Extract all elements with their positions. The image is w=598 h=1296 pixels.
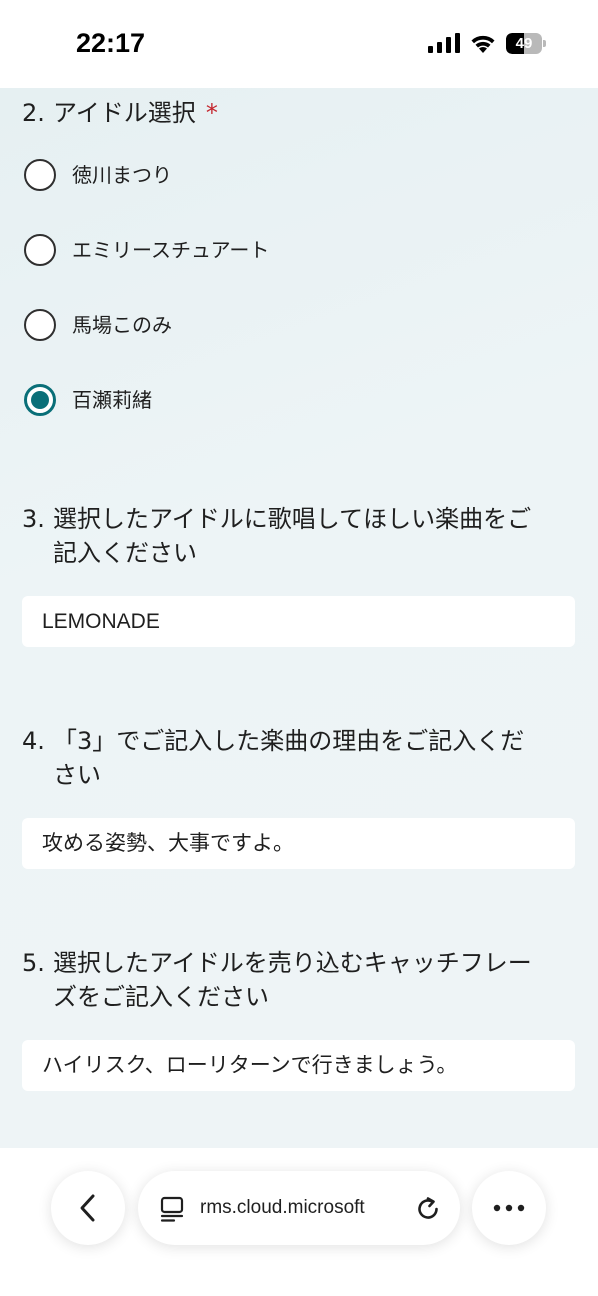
question-text-line-1: 選択したアイドルを売り込むキャッチフレー xyxy=(53,949,532,977)
question-number: 2. xyxy=(22,99,45,127)
question-text-line-1: 選択したアイドルに歌唱してほしい楽曲をご xyxy=(53,505,532,533)
question-text: アイドル選択 xyxy=(53,99,196,127)
cellular-signal-icon xyxy=(428,33,460,53)
status-bar: 22:17 49 xyxy=(0,0,598,88)
question-text-line-2: 記入ください xyxy=(53,539,197,567)
tab-icon xyxy=(160,1196,184,1222)
question-number: 5. xyxy=(22,949,45,977)
battery-cap xyxy=(543,40,546,47)
battery-icon: 49 xyxy=(506,33,542,54)
question-text-line-2: さい xyxy=(53,761,101,789)
radio-button[interactable] xyxy=(24,234,56,266)
browser-toolbar: rms.cloud.microsoft xyxy=(0,1148,598,1296)
battery-indicator: 49 xyxy=(506,33,546,54)
address-bar[interactable]: rms.cloud.microsoft xyxy=(138,1171,460,1245)
radio-button[interactable] xyxy=(24,309,56,341)
question-text-line-1: 「3」でご記入した楽曲の理由をご記入くだ xyxy=(53,727,525,755)
back-button[interactable] xyxy=(51,1171,125,1245)
reload-icon[interactable] xyxy=(414,1195,442,1223)
back-icon xyxy=(80,1194,95,1222)
option-label: エミリースチュアート xyxy=(72,238,270,262)
more-button[interactable] xyxy=(472,1171,546,1245)
more-icon xyxy=(493,1204,525,1212)
question-number: 3. xyxy=(22,505,45,533)
question-3-title: 3. 選択したアイドルに歌唱してほしい楽曲をご 記入ください xyxy=(22,502,582,570)
answer-input-q5[interactable]: ハイリスク、ローリターンで行きましょう。 xyxy=(22,1040,575,1091)
radio-button[interactable] xyxy=(24,159,56,191)
option-label: 徳川まつり xyxy=(72,163,172,187)
radio-option-momose-rio[interactable]: 百瀬莉緒 xyxy=(24,381,424,421)
wifi-icon xyxy=(471,35,495,53)
radio-option-tokugawa-matsuri[interactable]: 徳川まつり xyxy=(24,156,424,196)
question-4-title: 4. 「3」でご記入した楽曲の理由をご記入くだ さい xyxy=(22,724,582,792)
option-label: 百瀬莉緒 xyxy=(72,388,152,412)
radio-option-emily-stewart[interactable]: エミリースチュアート xyxy=(24,231,424,271)
question-5-title: 5. 選択したアイドルを売り込むキャッチフレー ズをご記入ください xyxy=(22,946,582,1014)
question-2-title: 2. アイドル選択 * xyxy=(22,96,582,130)
clock: 22:17 xyxy=(76,28,146,58)
form-body: 2. アイドル選択 * 徳川まつり エミリースチュアート 馬場このみ 百瀬莉緒 3… xyxy=(0,88,598,1148)
radio-option-baba-konomi[interactable]: 馬場このみ xyxy=(24,306,424,346)
question-text-line-2: ズをご記入ください xyxy=(53,983,269,1011)
option-label: 馬場このみ xyxy=(72,313,172,337)
battery-percentage: 49 xyxy=(515,35,533,52)
question-number: 4. xyxy=(22,727,45,755)
answer-input-q3[interactable]: LEMONADE xyxy=(22,596,575,647)
radio-button-selected[interactable] xyxy=(24,384,56,416)
required-asterisk: * xyxy=(205,99,218,127)
answer-input-q4[interactable]: 攻める姿勢、大事ですよ。 xyxy=(22,818,575,869)
url-text: rms.cloud.microsoft xyxy=(200,1197,365,1218)
